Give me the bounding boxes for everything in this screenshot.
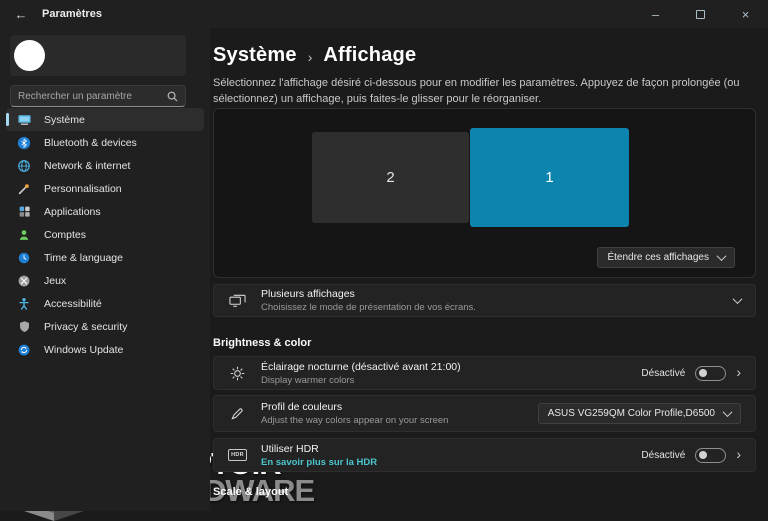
sidebar-item-gaming[interactable]: Jeux: [6, 269, 204, 292]
sidebar-item-label: Accessibilité: [44, 298, 102, 310]
page-title: Affichage: [323, 44, 416, 67]
sidebar-item-label: Network & internet: [44, 160, 130, 172]
sidebar-item-label: Privacy & security: [44, 321, 127, 333]
person-icon: [16, 227, 32, 243]
page-description: Sélectionnez l'affichage désiré ci-desso…: [213, 76, 756, 108]
shield-icon: [16, 319, 32, 335]
sidebar-item-network-internet[interactable]: Network & internet: [6, 154, 204, 177]
night-light-icon: [228, 366, 247, 381]
color-profile-title: Profil de couleurs: [261, 401, 538, 413]
monitor-2[interactable]: 2: [312, 132, 469, 223]
hdr-learn-more-link[interactable]: En savoir plus sur la HDR: [261, 457, 641, 468]
hdr-row[interactable]: HDR Utiliser HDR En savoir plus sur la H…: [213, 438, 756, 472]
search-placeholder: Rechercher un paramètre: [18, 91, 167, 102]
sidebar-item-label: Applications: [44, 206, 101, 218]
monitor-1-active[interactable]: 1: [470, 128, 629, 227]
night-light-status: Désactivé: [641, 368, 685, 379]
color-profile-dropdown-value: ASUS VG259QM Color Profile,D6500: [548, 408, 715, 419]
sidebar-item-time-language[interactable]: Time & language: [6, 246, 204, 269]
sidebar-item-windows-update[interactable]: Windows Update: [6, 338, 204, 361]
hdr-status: Désactivé: [641, 450, 685, 461]
color-profile-text: Profil de couleurs Adjust the way colors…: [261, 401, 538, 426]
globe-icon: [16, 158, 32, 174]
toggle-knob: [699, 369, 707, 377]
minimize-button[interactable]: –: [633, 0, 678, 28]
chevron-down-icon: [723, 407, 733, 417]
night-light-row[interactable]: Éclairage nocturne (désactivé avant 21:0…: [213, 356, 756, 390]
clock-icon: [16, 250, 32, 266]
sidebar-item-accessibility[interactable]: Accessibilité: [6, 292, 204, 315]
selection-accent-bar: [6, 113, 9, 126]
night-light-text: Éclairage nocturne (désactivé avant 21:0…: [261, 361, 641, 386]
hdr-title: Utiliser HDR: [261, 443, 641, 455]
multiple-displays-title: Plusieurs affichages: [261, 288, 734, 300]
search-icon: [167, 91, 178, 102]
sidebar-item-privacy-security[interactable]: Privacy & security: [6, 315, 204, 338]
xbox-icon: [16, 273, 32, 289]
chevron-down-icon[interactable]: [733, 294, 743, 304]
color-profile-icon: [228, 406, 247, 421]
brush-icon: [16, 181, 32, 197]
breadcrumb-parent[interactable]: Système: [213, 44, 297, 67]
chevron-right-icon[interactable]: ›: [736, 365, 741, 379]
window-controls: – ×: [633, 0, 768, 28]
section-heading-brightness-color: Brightness & color: [213, 337, 311, 349]
accessibility-icon: [16, 296, 32, 312]
search-input[interactable]: Rechercher un paramètre: [10, 85, 186, 107]
avatar: [14, 40, 45, 71]
multiple-displays-row[interactable]: Plusieurs affichages Choisissez le mode …: [213, 284, 756, 317]
bluetooth-icon: [16, 135, 32, 151]
multiple-displays-icon: [228, 293, 247, 308]
color-profile-dropdown[interactable]: ASUS VG259QM Color Profile,D6500: [538, 403, 741, 424]
titlebar: ← Paramètres – ×: [0, 0, 768, 28]
hdr-icon: HDR: [228, 449, 247, 461]
multiple-displays-subtitle: Choisissez le mode de présentation de vo…: [261, 302, 734, 313]
app-title: Paramètres: [42, 8, 102, 20]
hdr-badge-label: HDR: [228, 449, 247, 461]
sidebar-item-bluetooth-devices[interactable]: Bluetooth & devices: [6, 131, 204, 154]
night-light-title: Éclairage nocturne (désactivé avant 21:0…: [261, 361, 641, 373]
monitor-2-label: 2: [386, 169, 394, 186]
sidebar-nav: Système Bluetooth & devices Network & in…: [6, 108, 204, 361]
color-profile-row[interactable]: Profil de couleurs Adjust the way colors…: [213, 395, 756, 432]
extend-displays-label: Étendre ces affichages: [607, 252, 709, 263]
sidebar-item-label: Système: [44, 114, 85, 126]
section-heading-scale-layout: Scale & layout: [213, 486, 288, 498]
maximize-button[interactable]: [678, 0, 723, 28]
hdr-toggle[interactable]: [695, 448, 726, 463]
sidebar-item-label: Windows Update: [44, 344, 123, 356]
back-arrow-icon[interactable]: ←: [0, 7, 42, 22]
display-arrangement-panel: 2 1 Étendre ces affichages: [213, 108, 756, 278]
breadcrumb-separator-icon: ›: [308, 49, 313, 65]
close-button[interactable]: ×: [723, 0, 768, 28]
chevron-right-icon[interactable]: ›: [736, 447, 741, 461]
breadcrumb: Système › Affichage: [213, 44, 416, 67]
extend-displays-dropdown[interactable]: Étendre ces affichages: [597, 247, 735, 268]
maximize-icon: [696, 10, 705, 19]
monitor-1-label: 1: [545, 169, 553, 186]
color-profile-subtitle: Adjust the way colors appear on your scr…: [261, 415, 538, 426]
sidebar-item-label: Personnalisation: [44, 183, 122, 195]
update-icon: [16, 342, 32, 358]
sidebar-item-system[interactable]: Système: [6, 108, 204, 131]
sidebar-item-label: Jeux: [44, 275, 66, 287]
account-card[interactable]: [10, 35, 186, 76]
sidebar-item-personalization[interactable]: Personnalisation: [6, 177, 204, 200]
multiple-displays-text: Plusieurs affichages Choisissez le mode …: [261, 288, 734, 313]
sidebar: Rechercher un paramètre Système Bluetoot…: [0, 28, 210, 511]
toggle-knob: [699, 451, 707, 459]
sidebar-item-accounts[interactable]: Comptes: [6, 223, 204, 246]
sidebar-item-label: Bluetooth & devices: [44, 137, 137, 149]
night-light-toggle[interactable]: [695, 366, 726, 381]
sidebar-item-label: Time & language: [44, 252, 123, 264]
sidebar-item-applications[interactable]: Applications: [6, 200, 204, 223]
hdr-text: Utiliser HDR En savoir plus sur la HDR: [261, 443, 641, 468]
sidebar-item-label: Comptes: [44, 229, 86, 241]
system-icon: [16, 112, 32, 128]
night-light-subtitle: Display warmer colors: [261, 375, 641, 386]
chevron-down-icon: [717, 251, 727, 261]
apps-icon: [16, 204, 32, 220]
